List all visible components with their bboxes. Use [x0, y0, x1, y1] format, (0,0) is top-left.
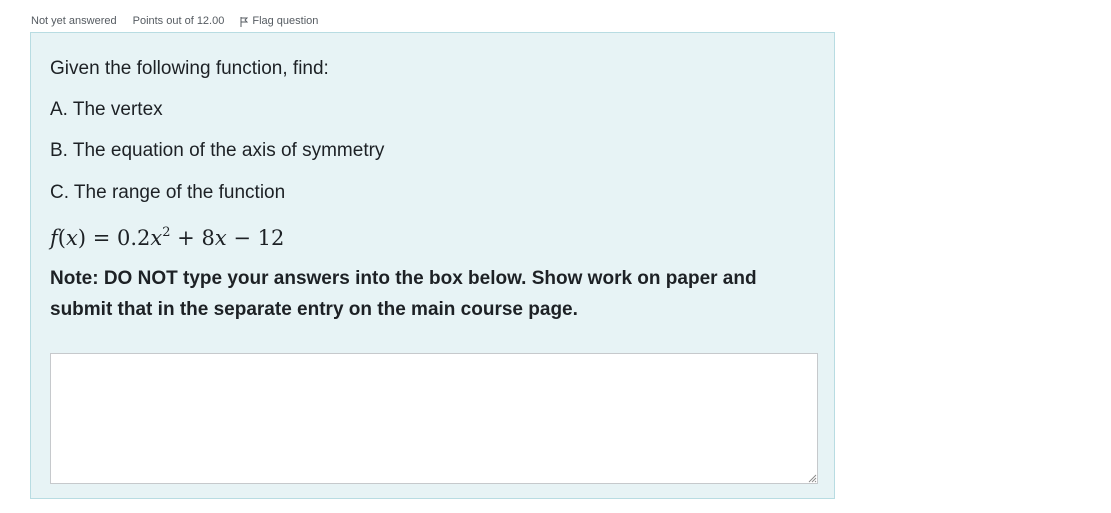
question-note: Note: DO NOT type your answers into the … [50, 268, 757, 320]
function-equation: f(x) = 0.2x2 + 8x − 12 [50, 221, 284, 250]
math-x-linear: x [214, 226, 227, 250]
math-var: x [65, 226, 78, 250]
math-f: f [50, 226, 58, 250]
answer-textarea[interactable] [50, 353, 818, 484]
question-part-b: B. The equation of the axis of symmetry [50, 140, 385, 161]
math-constant: − 12 [226, 226, 285, 250]
math-linear-coefficient: + 8 [170, 226, 215, 250]
resize-handle-icon[interactable] [808, 474, 817, 483]
math-exponent: 2 [162, 225, 171, 240]
math-coefficient: ) = 0.2 [77, 226, 151, 250]
flag-question-link[interactable]: Flag question [240, 14, 318, 27]
question-grade: Points out of 12.00 [132, 14, 225, 27]
math-open-paren: ( [57, 226, 66, 250]
question-state: Not yet answered [31, 14, 117, 27]
question-part-a: A. The vertex [50, 99, 163, 120]
flag-icon [240, 17, 249, 27]
question-intro: Given the following function, find: [50, 58, 329, 79]
math-x-squared: x [150, 226, 163, 250]
question-info-bar: Not yet answered Points out of 12.00 Fla… [31, 14, 318, 27]
quiz-page: Not yet answered Points out of 12.00 Fla… [0, 0, 1111, 513]
flag-question-label: Flag question [252, 14, 319, 27]
question-number-heading-clipped [30, 0, 190, 6]
question-formulation: Given the following function, find: A. T… [30, 32, 835, 499]
question-part-c: C. The range of the function [50, 182, 286, 203]
